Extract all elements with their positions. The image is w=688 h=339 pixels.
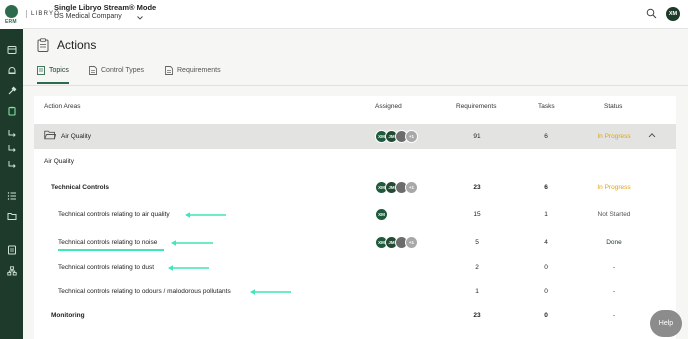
register-icon[interactable] xyxy=(7,245,17,255)
section-label: Air Quality xyxy=(44,158,74,165)
assignee-avatars[interactable]: XM JM +1 xyxy=(375,181,418,194)
header-status[interactable]: Status xyxy=(604,103,622,110)
chevron-down-icon[interactable] xyxy=(136,14,144,22)
highlight-arrow-icon xyxy=(171,240,213,246)
status-badge: Not Started xyxy=(597,211,631,218)
avatar-more-count: +1 xyxy=(405,130,418,143)
group-tasks: 6 xyxy=(544,133,548,140)
header-requirements[interactable]: Requirements xyxy=(456,103,496,110)
tab-label: Requirements xyxy=(177,67,221,74)
legal-icon[interactable] xyxy=(7,86,17,96)
chevron-up-icon[interactable] xyxy=(648,132,656,138)
group-requirements: 91 xyxy=(473,133,481,140)
status-badge: In Progress xyxy=(597,184,631,191)
row-monitoring[interactable]: Monitoring xyxy=(51,312,85,319)
flow-icon-1[interactable] xyxy=(7,129,17,139)
assignee-avatars[interactable]: XM JM +1 xyxy=(375,236,418,249)
topics-icon xyxy=(37,66,45,75)
tasks-count: 0 xyxy=(544,264,548,271)
tabs-divider xyxy=(23,85,688,86)
notifications-icon[interactable] xyxy=(7,66,17,76)
avatar: XM xyxy=(375,208,388,221)
requirements-count: 23 xyxy=(473,312,481,319)
requirements-count: 2 xyxy=(475,264,479,271)
tab-label: Control Types xyxy=(101,67,145,74)
checklist-icon[interactable] xyxy=(7,191,17,201)
assignee-avatars[interactable]: XM JM +1 xyxy=(375,130,418,143)
tab-topics[interactable]: Topics xyxy=(37,64,69,84)
row-technical-controls-noise[interactable]: Technical controls relating to noise xyxy=(58,239,157,246)
requirements-count: 1 xyxy=(475,288,479,295)
status-badge: - xyxy=(612,312,616,319)
highlight-arrow-icon xyxy=(250,289,291,295)
highlight-arrow-icon xyxy=(185,212,226,218)
company-selector[interactable]: US Medical Company xyxy=(54,13,122,20)
requirements-count: 23 xyxy=(473,184,481,191)
header-tasks[interactable]: Tasks xyxy=(538,103,555,110)
row-technical-controls-air-quality[interactable]: Technical controls relating to air quali… xyxy=(58,211,170,218)
tab-requirements[interactable]: Requirements xyxy=(165,64,221,84)
flow-icon-3[interactable] xyxy=(7,160,17,170)
requirements-count: 5 xyxy=(475,239,479,246)
page-title: Actions xyxy=(57,38,97,52)
tasks-count: 0 xyxy=(544,288,548,295)
row-technical-controls-odours[interactable]: Technical controls relating to odours / … xyxy=(58,288,231,295)
tab-label: Topics xyxy=(49,67,69,74)
group-status: In Progress xyxy=(597,133,631,140)
header-assigned[interactable]: Assigned xyxy=(375,103,402,110)
folder-icon[interactable] xyxy=(7,211,17,221)
assignee-avatars[interactable]: XM xyxy=(375,208,388,221)
highlight-underline xyxy=(58,249,164,251)
user-avatar[interactable]: XM xyxy=(666,7,680,21)
group-row-air-quality[interactable] xyxy=(34,124,676,149)
requirements-count: 15 xyxy=(473,211,481,218)
status-badge: - xyxy=(612,264,616,271)
tasks-count: 0 xyxy=(544,312,548,319)
tab-control-types[interactable]: Control Types xyxy=(89,64,144,84)
clipboard-icon xyxy=(37,38,49,52)
logo-text: ERM xyxy=(5,19,17,25)
org-chart-icon[interactable] xyxy=(7,266,17,276)
mode-title: Single Libryo Stream® Mode xyxy=(54,3,157,12)
highlight-arrow-icon xyxy=(168,265,209,271)
avatar-more-count: +1 xyxy=(405,181,418,194)
dashboard-icon[interactable] xyxy=(7,45,17,55)
tasks-count: 4 xyxy=(544,239,548,246)
erm-logo-icon xyxy=(5,5,18,18)
tasks-count: 6 xyxy=(544,184,548,191)
open-folder-icon xyxy=(44,130,56,140)
tasks-count: 1 xyxy=(544,211,548,218)
document-icon xyxy=(89,66,97,75)
header-action-areas[interactable]: Action Areas xyxy=(44,103,81,110)
help-button[interactable]: Help xyxy=(650,310,682,337)
logo[interactable]: ERM xyxy=(0,0,23,29)
group-name: Air Quality xyxy=(61,133,91,140)
search-icon[interactable] xyxy=(646,8,657,19)
flow-icon-2[interactable] xyxy=(7,144,17,154)
status-badge: Done xyxy=(606,239,622,246)
sidebar-rail xyxy=(0,0,23,339)
row-technical-controls-dust[interactable]: Technical controls relating to dust xyxy=(58,264,154,271)
status-badge: - xyxy=(612,288,616,295)
row-technical-controls[interactable]: Technical Controls xyxy=(51,184,109,191)
avatar-more-count: +1 xyxy=(405,236,418,249)
document-icon xyxy=(165,66,173,75)
actions-icon[interactable] xyxy=(7,106,17,116)
